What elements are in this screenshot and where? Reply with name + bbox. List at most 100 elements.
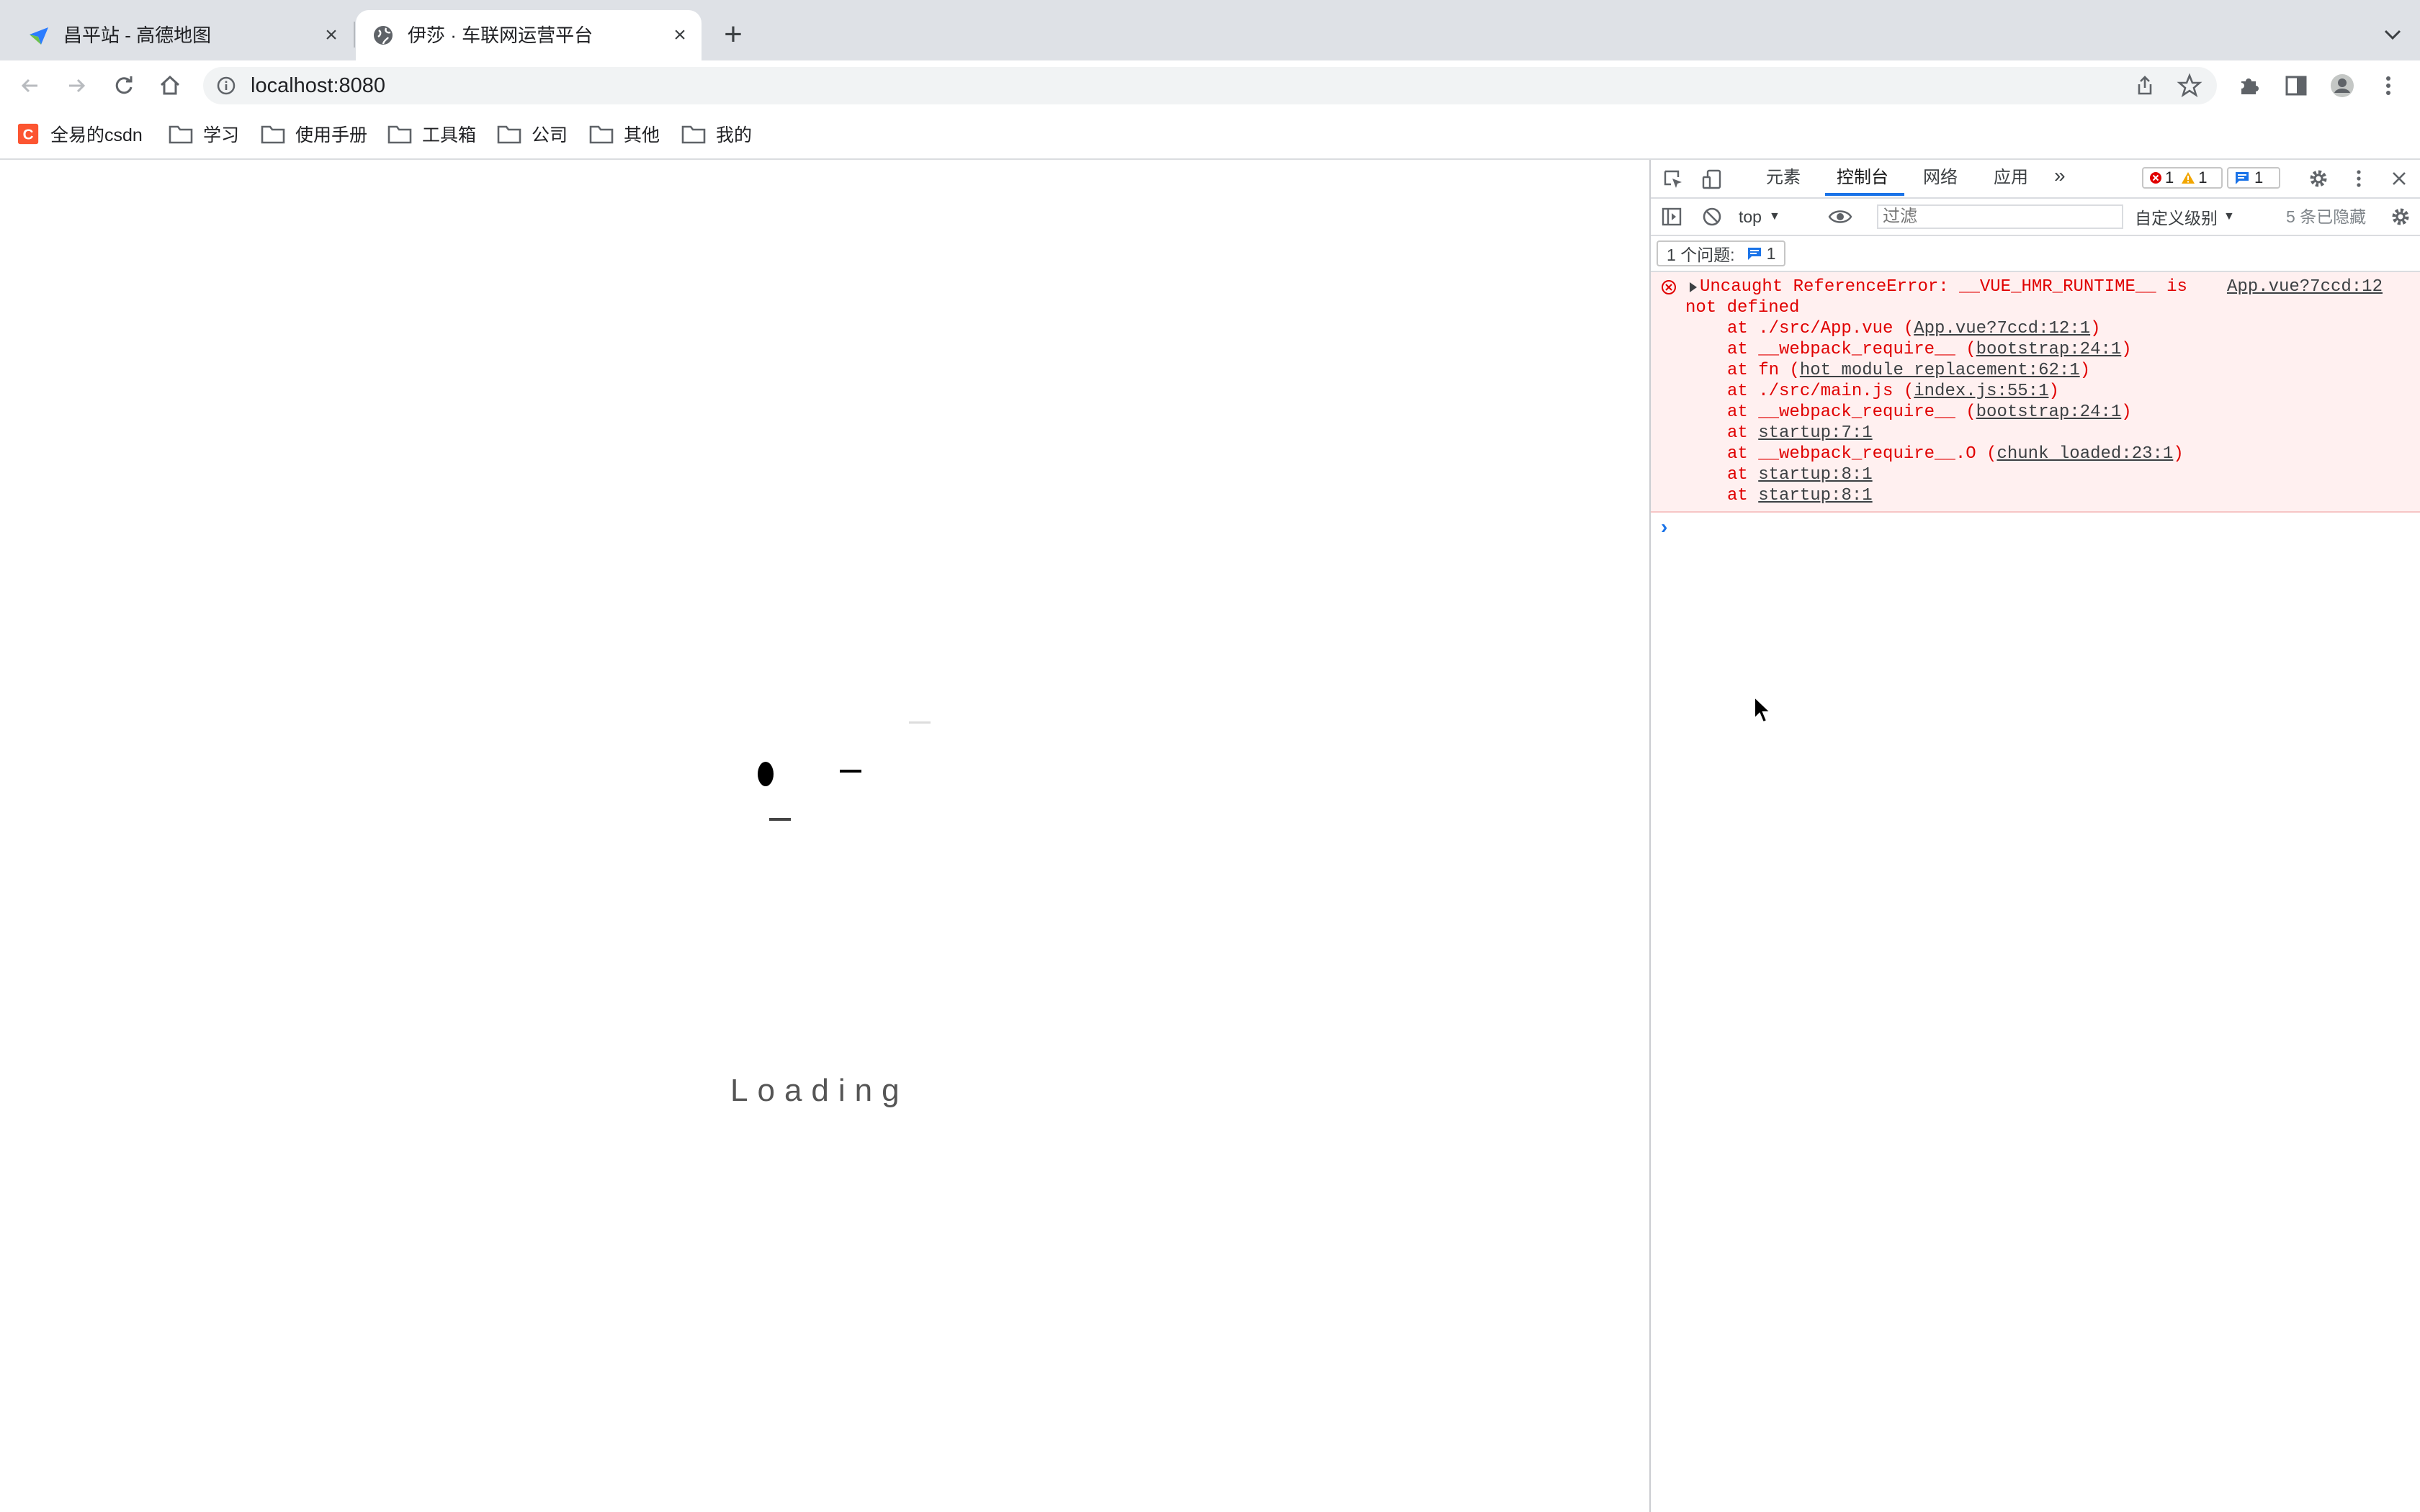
spinner-dash (840, 770, 861, 773)
tab-platform[interactable]: 伊莎 · 车联网运营平台 × (356, 10, 702, 60)
issues-button[interactable]: 1 个问题: 1 (1657, 240, 1786, 266)
context-selector[interactable]: top ▼ (1739, 206, 1780, 228)
folder-icon (261, 125, 285, 144)
stack-frame-link[interactable]: bootstrap:24:1 (1976, 402, 2122, 422)
close-icon[interactable] (2388, 168, 2410, 189)
more-options-icon[interactable] (2348, 168, 2370, 189)
dropdown-arrow-icon: ▼ (1768, 210, 1780, 222)
bookmark-star-icon[interactable] (2177, 73, 2202, 99)
eye-icon[interactable] (1828, 206, 1852, 228)
expand-triangle-icon[interactable] (1690, 282, 1697, 292)
bookmark-folder-other[interactable]: 其他 (589, 121, 660, 147)
back-icon[interactable] (17, 73, 43, 99)
stack-frame-text: at (1727, 486, 1759, 505)
bookmark-folder-mine[interactable]: 我的 (681, 121, 752, 147)
folder-icon (497, 125, 521, 144)
csdn-icon: C (17, 123, 39, 145)
stack-frame-text: ) (2079, 361, 2091, 380)
chevron-down-icon[interactable] (2378, 20, 2407, 49)
clear-console-icon[interactable] (1701, 206, 1723, 228)
tab-separator (354, 22, 355, 48)
message-icon (2236, 172, 2249, 184)
context-label: top (1739, 207, 1762, 226)
error-icon (1662, 280, 1676, 294)
bookmark-csdn[interactable]: C 全易的csdn (17, 121, 143, 147)
menu-dots-icon[interactable] (2375, 73, 2401, 99)
page-viewport: Loading (0, 160, 1649, 1512)
console-error-message[interactable]: Uncaught ReferenceError: __VUE_HMR_RUNTI… (1651, 272, 2420, 513)
stack-frame: at startup:7:1 (1727, 423, 1873, 444)
devtools-panel: 元素 控制台 网络 应用 » 1 1 1 top ▼ 过滤 自定义级别 ▼ 5 … (1649, 160, 2420, 1512)
bookmark-folder-manual[interactable]: 使用手册 (261, 121, 367, 147)
issues-badge[interactable]: 1 1 (2142, 167, 2223, 189)
issues-count: 1 (1766, 243, 1776, 263)
tab-title: 伊莎 · 车联网运营平台 (408, 24, 593, 46)
devtools-tab-console[interactable]: 控制台 (1837, 167, 1888, 189)
console-settings-gear-icon[interactable] (2390, 206, 2411, 228)
message-icon (1747, 248, 1761, 260)
stack-frame-text: ) (2121, 340, 2132, 359)
bookmark-label: 工具箱 (422, 125, 477, 145)
spinner-dash (769, 818, 791, 821)
stack-frame-link[interactable]: hot module replacement:62:1 (1800, 361, 2080, 380)
stack-frame-link[interactable]: startup:7:1 (1758, 423, 1872, 443)
stack-frame-link[interactable]: index.js:55:1 (1914, 382, 2048, 401)
more-tabs-icon[interactable]: » (2054, 165, 2066, 186)
stack-frame-link[interactable]: startup:8:1 (1758, 465, 1872, 485)
stack-frame: at startup:8:1 (1727, 485, 1873, 506)
tab-amap[interactable]: 昌平站 - 高德地图 × (12, 10, 353, 60)
devtools-tab-application[interactable]: 应用 (1994, 167, 2028, 189)
new-tab-button[interactable]: + (717, 19, 749, 52)
bookmark-folder-tools[interactable]: 工具箱 (387, 121, 476, 147)
error-message-line: Uncaught ReferenceError: __VUE_HMR_RUNTI… (1700, 277, 2187, 297)
extensions-icon[interactable] (2236, 73, 2262, 99)
folder-icon (681, 125, 706, 144)
log-level-label: 自定义级别 (2135, 209, 2218, 228)
stack-frame: at ./src/main.js (index.js:55:1) (1727, 381, 2059, 402)
stack-frame-text: at fn ( (1727, 361, 1800, 380)
messages-badge[interactable]: 1 (2227, 167, 2280, 189)
browser-toolbar: localhost:8080 (0, 60, 2420, 111)
settings-gear-icon[interactable] (2308, 168, 2329, 189)
stack-frame-text: at (1727, 423, 1759, 443)
error-source-link[interactable]: App.vue?7ccd:12 (2227, 276, 2383, 297)
stack-frame-text: at __webpack_require__ ( (1727, 340, 1976, 359)
devtools-tab-elements[interactable]: 元素 (1766, 167, 1801, 189)
close-icon[interactable]: × (668, 24, 691, 47)
url-text[interactable]: localhost:8080 (251, 74, 385, 97)
profile-avatar-icon[interactable] (2329, 73, 2355, 99)
stack-frame-link[interactable]: bootstrap:24:1 (1976, 340, 2122, 359)
sidebar-toggle-icon[interactable] (1661, 206, 1682, 228)
bookmark-label: 公司 (532, 125, 568, 145)
home-icon[interactable] (157, 73, 183, 99)
reload-icon[interactable] (111, 73, 137, 99)
folder-icon (169, 125, 193, 144)
error-message-line: not defined (1685, 298, 1800, 318)
devtools-tab-network[interactable]: 网络 (1923, 167, 1958, 189)
stack-frame-link[interactable]: App.vue?7ccd:12:1 (1914, 319, 2090, 338)
folder-icon (387, 125, 412, 144)
console-prompt-icon[interactable]: › (1661, 516, 1667, 539)
forward-icon[interactable] (63, 73, 89, 99)
tab-strip: 昌平站 - 高德地图 × 伊莎 · 车联网运营平台 × + (0, 0, 2420, 60)
error-count: 1 (2165, 168, 2174, 186)
warning-count: 1 (2198, 168, 2208, 186)
stack-frame-text: ) (2090, 319, 2101, 338)
bookmark-folder-study[interactable]: 学习 (169, 121, 239, 147)
close-icon[interactable]: × (320, 24, 343, 47)
log-level-selector[interactable]: 自定义级别 ▼ (2135, 206, 2235, 228)
stack-frame: at __webpack_require__.O (chunk loaded:2… (1727, 444, 2184, 464)
share-icon[interactable] (2133, 74, 2156, 97)
amap-icon (30, 27, 48, 45)
console-filter-input[interactable] (1877, 204, 2123, 229)
stack-frame-link[interactable]: startup:8:1 (1758, 486, 1872, 505)
stack-frame-link[interactable]: chunk loaded:23:1 (1996, 444, 2173, 464)
bookmark-folder-company[interactable]: 公司 (497, 121, 568, 147)
side-panel-icon[interactable] (2283, 73, 2309, 99)
info-icon[interactable] (216, 76, 236, 96)
address-bar[interactable]: localhost:8080 (203, 67, 2217, 104)
stack-frame-text: at __webpack_require__.O ( (1727, 444, 1997, 464)
device-toolbar-icon[interactable] (1701, 168, 1723, 190)
hidden-count: 5 条已隐藏 (2286, 207, 2367, 226)
inspect-element-icon[interactable] (1662, 168, 1684, 190)
